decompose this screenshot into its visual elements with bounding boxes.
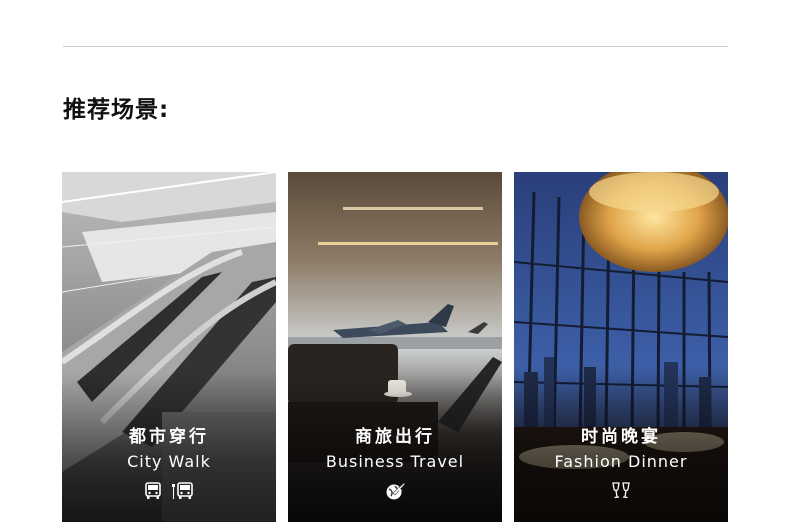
card-title-en: Business Travel [325,452,465,471]
top-divider [63,46,728,47]
bus-stop-icon [172,482,193,499]
section-title: 推荐场景: [63,97,170,123]
scene-card-fashion-dinner[interactable]: 时尚晚宴 Fashion Dinner [514,172,728,522]
scene-card-city-walk[interactable]: 都市穿行 City Walk [62,172,276,522]
globe-plane-icon [386,482,405,500]
scene-card-business-travel[interactable]: 商旅出行 Business Travel [288,172,502,522]
card-title-en: Fashion Dinner [554,452,688,471]
card-title-zh: 时尚晚宴 [581,427,661,447]
wine-glasses-icon [612,482,630,499]
card-title-zh: 都市穿行 [129,427,209,447]
card-title-en: City Walk [127,452,211,471]
bus-icon [145,482,161,499]
card-title-zh: 商旅出行 [355,427,435,447]
